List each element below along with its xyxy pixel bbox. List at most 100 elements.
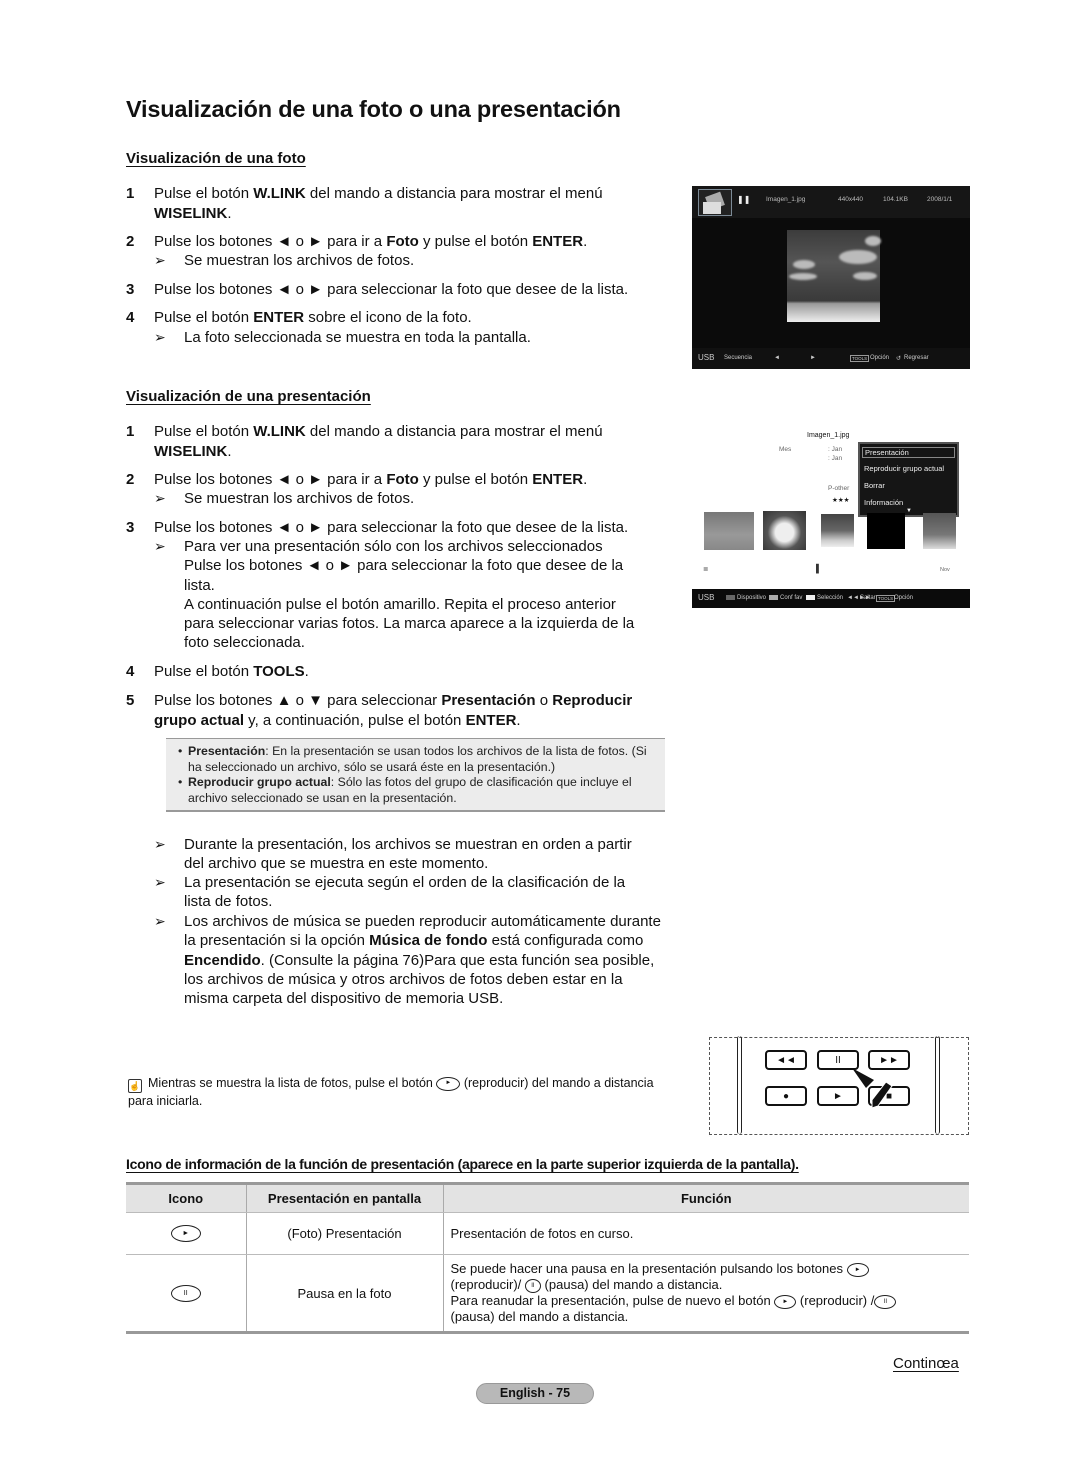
file-name: Imagen_1.jpg xyxy=(807,432,850,439)
step-text: Pulse los botones ▲ o ▼ para seleccionar… xyxy=(154,691,661,730)
icon-cell: ► xyxy=(126,1212,246,1255)
remote-edge-right xyxy=(935,1036,940,1134)
bottom-help-bar: USB Secuencia ◄ ► TOOLS Opción ↺ Regresa… xyxy=(692,348,970,369)
info-term: Presentación xyxy=(188,744,266,758)
menu-item-borrar[interactable]: Borrar xyxy=(864,481,885,490)
bold-term: W.LINK xyxy=(253,423,306,440)
option-label: Opción xyxy=(870,355,890,361)
step-3: 3 Pulse los botones ◄ o ► para selecciona… xyxy=(126,518,666,538)
thumbnail-landscape[interactable] xyxy=(923,513,956,549)
text: . xyxy=(516,711,521,729)
function-text: (pausa) del mando a distancia. xyxy=(450,1309,629,1324)
timeline-cursor[interactable]: ▌ xyxy=(816,564,822,573)
text: . xyxy=(583,233,588,250)
bold-term: Encendido xyxy=(184,951,261,969)
bold-term: Presentación xyxy=(441,692,536,709)
bold-term: ENTER xyxy=(253,309,305,326)
right-arrow-icon: ► xyxy=(810,355,816,361)
info-bar: ❚❚ Imagen_1.jpg 440x440 104.1KB 2008/1/1 xyxy=(692,186,970,218)
thumbnail-sky[interactable] xyxy=(821,514,854,547)
skip-label: Saltar xyxy=(860,595,876,601)
rewind-button[interactable]: ◄◄ xyxy=(765,1050,807,1070)
info-item-reproducir: Reproducir grupo actual: Sólo las fotos … xyxy=(178,775,655,806)
step-text: Pulse el botón W.LINK del mando a distan… xyxy=(154,184,626,223)
text: Pulse el botón xyxy=(154,309,254,326)
device-label: Dispositivo xyxy=(737,595,767,602)
pause-icon: II xyxy=(874,1294,897,1309)
step-number: 2 xyxy=(126,233,135,250)
tv-photo-view-screenshot: ❚❚ Imagen_1.jpg 440x440 104.1KB 2008/1/1… xyxy=(692,186,970,369)
function-text: Se puede hacer una pausa en la presentac… xyxy=(450,1261,843,1276)
text: Pulse el botón xyxy=(154,423,254,440)
note-text: Pulse los botones ◄ o ► para seleccionar… xyxy=(184,557,624,594)
bold-term: Música de fondo xyxy=(369,932,488,950)
rating-stars: ★★★ xyxy=(832,497,850,504)
arrow-bullet-icon: ➢ xyxy=(154,538,166,554)
tools-key-icon: TOOLS xyxy=(850,355,870,362)
text: Pulse los botones ◄ o ► para ir a xyxy=(154,471,387,488)
step-text: Pulse los botones ◄ o ► para seleccionar… xyxy=(154,280,666,300)
left-arrow-icon: ◄ xyxy=(774,355,780,361)
note: ➢ Se muestran los archivos de fotos. xyxy=(154,489,664,508)
table-row: ► (Foto) Presentación Presentación de fo… xyxy=(126,1212,969,1255)
display-cell: (Foto) Presentación xyxy=(245,1212,443,1255)
text: y, a continuación, pulse el botón xyxy=(244,711,466,729)
tip: ☝ Mientras se muestra la lista de fotos, … xyxy=(128,1075,668,1110)
step-4: 4 Pulse el botón ENTER sobre el icono de … xyxy=(126,308,666,328)
menu-item-informacion[interactable]: Información xyxy=(864,498,903,507)
tip-text-before: Mientras se muestra la lista de fotos, p… xyxy=(148,1076,433,1090)
step-1: 1 Pulse el botón W.LINK del mando a dista… xyxy=(126,422,626,461)
yellow-key-icon xyxy=(806,595,815,600)
section-heading-photo: Visualización de una foto xyxy=(126,150,306,167)
bold-term: WISELINK xyxy=(154,204,228,222)
note: ➢ La foto seleccionada se muestra en toda… xyxy=(154,328,664,347)
file-date: 2008/1/1 xyxy=(927,196,953,203)
record-button[interactable]: ● xyxy=(765,1086,807,1106)
thumbnail-black[interactable] xyxy=(867,513,905,549)
step-number: 2 xyxy=(126,471,135,488)
tools-menu: Presentación Reproducir grupo actual Bor… xyxy=(858,442,959,517)
bold-term: Foto xyxy=(386,471,419,488)
table-row: II Pausa en la foto Se puede hacer una p… xyxy=(126,1254,969,1334)
info-item-presentacion: Presentación: En la presentación se usan… xyxy=(178,744,655,775)
play-icon: ► xyxy=(774,1294,797,1309)
step-number: 1 xyxy=(126,185,135,202)
note-text: A continuación pulse el botón amarillo. … xyxy=(184,595,635,652)
col-header-icono: Icono xyxy=(126,1182,246,1213)
pause-icon: II xyxy=(170,1284,201,1302)
note: ➢ Se muestran los archivos de fotos. xyxy=(154,251,664,270)
function-text: (reproducir) / xyxy=(799,1293,875,1308)
menu-item-reproducir-grupo[interactable]: Reproducir grupo actual xyxy=(864,464,944,473)
scroll-down-icon: ▼ xyxy=(906,508,912,514)
display-cell: Pausa en la foto xyxy=(245,1254,443,1334)
play-button-icon: ► xyxy=(436,1076,461,1091)
month-value: : Jan xyxy=(828,455,843,462)
text: del mando a distancia para mostrar el me… xyxy=(305,423,603,440)
text: Pulse los botones ▲ o ▼ para seleccionar xyxy=(154,692,442,709)
bold-term: W.LINK xyxy=(253,185,306,202)
note-text: La foto seleccionada se muestra en toda … xyxy=(184,329,531,346)
step-number: 4 xyxy=(126,663,135,680)
remote-illustration: ◄◄ II ►► ● ► ■ xyxy=(709,1036,969,1135)
step-number: 4 xyxy=(126,309,135,326)
step-4: 4 Pulse el botón TOOLS. xyxy=(126,662,666,682)
step-3: 3 Pulse los botones ◄ o ► para selecciona… xyxy=(126,280,666,300)
continue-link[interactable]: Continœa xyxy=(893,1355,959,1372)
menu-item-presentacion[interactable]: Presentación xyxy=(862,447,955,458)
thumbnail-sheep[interactable] xyxy=(704,512,754,550)
note: ➢ La presentación se ejecuta según el ord… xyxy=(154,873,654,912)
file-name: Imagen_1.jpg xyxy=(766,196,806,203)
arrow-bullet-icon: ➢ xyxy=(154,913,166,929)
return-icon: ↺ xyxy=(896,356,902,362)
bold-term: WISELINK xyxy=(154,442,228,460)
text: está configurada como xyxy=(487,932,644,950)
green-key-icon xyxy=(769,595,778,600)
function-text: (reproducir)/ xyxy=(450,1277,522,1292)
pause-icon: ❚❚ xyxy=(737,195,751,204)
step-text: Pulse el botón TOOLS. xyxy=(154,662,666,682)
text: Durante la presentación, los archivos se… xyxy=(184,836,632,873)
note: ➢ Para ver una presentación sólo con los … xyxy=(154,537,649,653)
thumbnail-flower[interactable] xyxy=(763,511,806,550)
text: Pulse los botones ◄ o ► para seleccionar… xyxy=(154,281,629,298)
step-text: Pulse los botones ◄ o ► para seleccionar… xyxy=(154,518,666,538)
